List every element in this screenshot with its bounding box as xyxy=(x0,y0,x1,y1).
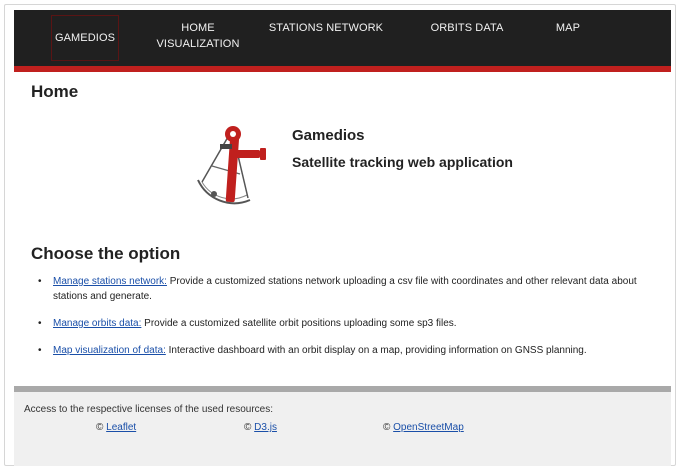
choose-heading: Choose the option xyxy=(31,244,181,263)
license-d3: © D3.js xyxy=(244,422,277,433)
nav-stations-network[interactable]: STATIONS NETWORK xyxy=(267,20,385,36)
manage-orbits-link[interactable]: Manage orbits data: xyxy=(53,318,141,329)
sextant-icon xyxy=(190,122,272,210)
bullet-icon: • xyxy=(38,318,42,329)
nav-brand-gamedios[interactable]: GAMEDIOS xyxy=(51,15,119,61)
copyright-symbol: © xyxy=(96,422,104,433)
list-item: • Map visualization of data: Interactive … xyxy=(38,343,672,358)
nav-brand-label: GAMEDIOS xyxy=(54,32,116,44)
copyright-symbol: © xyxy=(244,422,252,433)
bullet-icon: • xyxy=(38,276,42,287)
license-openstreetmap: © OpenStreetMap xyxy=(383,422,464,433)
manage-stations-link[interactable]: Manage stations network: xyxy=(53,276,167,287)
footer: Access to the respective licenses of the… xyxy=(14,392,671,466)
d3-link[interactable]: D3.js xyxy=(254,422,277,433)
page-title: Home xyxy=(31,82,79,101)
leaflet-link[interactable]: Leaflet xyxy=(106,422,136,433)
licenses-text: Access to the respective licenses of the… xyxy=(24,404,274,415)
app-name: Gamedios xyxy=(292,127,365,144)
nav-orbits-data[interactable]: ORBITS DATA xyxy=(422,20,512,36)
option-description: Provide a customized satellite orbit pos… xyxy=(141,318,457,329)
top-navbar: GAMEDIOS HOME VISUALIZATION STATIONS NET… xyxy=(14,10,671,66)
nav-home-visualization[interactable]: HOME VISUALIZATION xyxy=(154,20,242,52)
list-item: • Manage stations network: Provide a cust… xyxy=(38,274,672,304)
option-description: Interactive dashboard with an orbit disp… xyxy=(165,345,587,356)
list-item: • Manage orbits data: Provide a customize… xyxy=(38,316,672,331)
options-list: • Manage stations network: Provide a cust… xyxy=(38,274,672,370)
app-subtitle: Satellite tracking web application xyxy=(292,154,513,170)
license-leaflet: © Leaflet xyxy=(96,422,136,433)
nav-map[interactable]: MAP xyxy=(546,20,590,36)
nav-accent-bar xyxy=(14,66,671,72)
map-visualization-link[interactable]: Map visualization of data: xyxy=(53,345,166,356)
bullet-icon: • xyxy=(38,345,42,356)
copyright-symbol: © xyxy=(383,422,391,433)
openstreetmap-link[interactable]: OpenStreetMap xyxy=(393,422,464,433)
